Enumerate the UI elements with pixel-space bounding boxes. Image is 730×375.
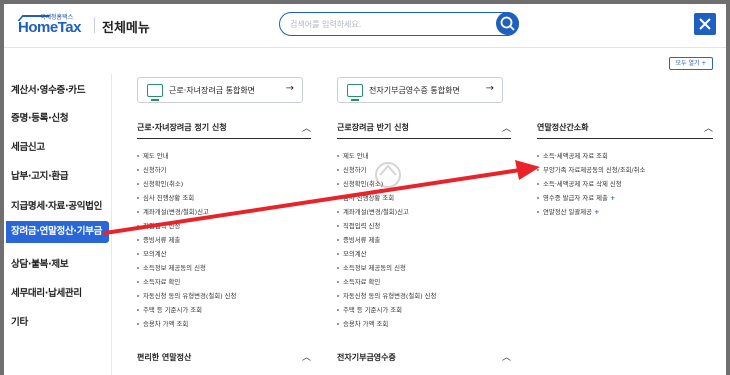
list-item[interactable]: 소득정보 제공동의 신청 — [137, 263, 206, 272]
list-item[interactable]: 주택 등 기준시가 조회 — [137, 305, 202, 314]
list-item[interactable]: 소득자료 확인 — [337, 277, 380, 286]
list-item[interactable]: 신청하기 — [137, 165, 167, 174]
all-menu-panel: 국세청홈택스 HomeTax 전체메뉴 모두 열기 + 계산서·영수증·카드 증… — [4, 4, 726, 375]
list-item[interactable]: 소득정보 제공동의 신청 — [337, 263, 406, 272]
list-item[interactable]: 소득·세액공제 자료 조회 — [537, 151, 608, 160]
list-item[interactable]: 주택 등 기준시가 조회 — [337, 305, 402, 314]
section-rule — [537, 138, 713, 139]
sidebar-item-payment[interactable]: 납부·고지·환급 — [11, 168, 69, 182]
list-item[interactable]: 소득·세액공제 자료 삭제 신청 — [537, 179, 622, 188]
logo-title: HomeTax — [18, 19, 81, 36]
search-input[interactable] — [290, 16, 490, 32]
list-item[interactable]: 신청하기 — [337, 165, 367, 174]
page-title: 전체메뉴 — [102, 21, 150, 36]
search-box — [279, 12, 519, 36]
hometax-logo[interactable]: 국세청홈택스 HomeTax — [17, 12, 88, 40]
list-item[interactable]: 제도 안내 — [137, 151, 169, 160]
list-item[interactable]: 모의계산 — [337, 249, 367, 258]
list-item[interactable]: 심사 진행상황 조회 — [137, 193, 194, 202]
expand-plus-icon: + — [594, 208, 600, 216]
collapse-caret-icon[interactable]: ︿ — [302, 121, 311, 134]
electronic-donation-receipt-title[interactable]: 전자기부금영수증 — [337, 352, 396, 363]
search-icon — [500, 16, 515, 31]
list-item[interactable]: 승용차 가액 조회 — [137, 319, 188, 328]
eitc-semiannual-title[interactable]: 근로장려금 반기 신청 — [337, 122, 409, 133]
list-item[interactable]: 신청확인(취소) — [137, 179, 183, 188]
list-item[interactable]: 증빙서류 제출 — [337, 235, 380, 244]
sidebar-item-statements[interactable]: 지급명세·자료·공익법인 — [11, 198, 102, 212]
close-icon — [699, 18, 711, 30]
list-item[interactable]: 자동신청 동의 유형변경(철회) 신청 — [337, 291, 436, 300]
list-item[interactable]: 계좌개설(변경/철회)신고 — [337, 207, 409, 216]
menu-header: 국세청홈택스 HomeTax 전체메뉴 — [4, 4, 726, 48]
sidebar-item-receipts[interactable]: 계산서·영수증·카드 — [11, 82, 85, 96]
list-item[interactable]: 직접입력 신청 — [137, 221, 180, 230]
open-all-button[interactable]: 모두 열기 + — [669, 57, 713, 70]
sidebar-item-certificates[interactable]: 증명·등록·신청 — [11, 110, 69, 124]
section-rule — [137, 138, 311, 139]
list-item[interactable]: 제도 안내 — [337, 151, 369, 160]
collapse-caret-icon[interactable]: ︿ — [502, 121, 511, 134]
list-item[interactable]: 모의계산 — [137, 249, 167, 258]
list-item[interactable]: 계좌개설(변경/철회)신고 — [137, 207, 209, 216]
sidebar-item-incentives[interactable]: 장려금·연말정산·기부금 — [6, 221, 109, 243]
sidebar-divider — [111, 74, 112, 375]
list-item[interactable]: 자동신청 동의 유형변경(철회) 신청 — [137, 291, 236, 300]
search-button[interactable] — [496, 12, 519, 35]
eitc-integrated-label: 근로·자녀장려금 통합화면 — [169, 86, 256, 95]
modal-backdrop: 국세청홈택스 HomeTax 전체메뉴 모두 열기 + 계산서·영수증·카드 증… — [0, 0, 730, 375]
list-item[interactable]: 직접입력 신청 — [337, 221, 380, 230]
eitc-integrated-button[interactable]: 근로·자녀장려금 통합화면 → — [137, 77, 303, 103]
donation-receipt-integrated-button[interactable]: 전자기부금영수증 통합화면 → — [337, 77, 503, 103]
header-divider — [94, 17, 95, 33]
section-rule — [337, 138, 511, 139]
expand-plus-icon: + — [609, 194, 616, 202]
close-button[interactable] — [694, 13, 716, 35]
list-item[interactable]: 연말정산 일괄제공 + — [537, 207, 599, 216]
list-item-dependent-consent[interactable]: 부양가족 자료제공동의 신청/조회/취소 — [537, 165, 645, 174]
collapse-caret-icon[interactable]: ︿ — [502, 350, 511, 363]
eitc-regular-title[interactable]: 근로·자녀장려금 정기 신청 — [137, 122, 227, 133]
list-item[interactable]: 증빙서류 제출 — [137, 235, 180, 244]
sidebar-item-tax-filing[interactable]: 세금신고 — [11, 139, 45, 153]
donation-receipt-integrated-label: 전자기부금영수증 통합화면 — [369, 86, 460, 95]
list-item[interactable]: 영수증 발급자 자료 제출 + — [537, 193, 615, 202]
monitor-icon — [147, 84, 163, 101]
list-item[interactable]: 신청확인(취소) — [337, 179, 383, 188]
sidebar-item-consultation[interactable]: 상담·불복·제보 — [11, 256, 69, 270]
collapse-caret-icon[interactable]: ︿ — [302, 350, 311, 363]
convenient-year-end-title[interactable]: 편리한 연말정산 — [137, 352, 191, 363]
arrow-right-icon: → — [485, 83, 494, 94]
year-end-simplified-title[interactable]: 연말정산간소화 — [537, 122, 589, 133]
list-item[interactable]: 승용차 가액 조회 — [337, 319, 388, 328]
monitor-icon — [347, 84, 363, 101]
list-item[interactable]: 심사 진행상황 조회 — [337, 193, 394, 202]
arrow-right-icon: → — [285, 83, 294, 94]
sidebar-item-tax-agent[interactable]: 세무대리·납세관리 — [11, 285, 82, 299]
collapse-caret-icon[interactable]: ︿ — [704, 121, 713, 134]
list-item[interactable]: 소득자료 확인 — [137, 277, 180, 286]
sidebar-item-etc[interactable]: 기타 — [11, 314, 28, 328]
